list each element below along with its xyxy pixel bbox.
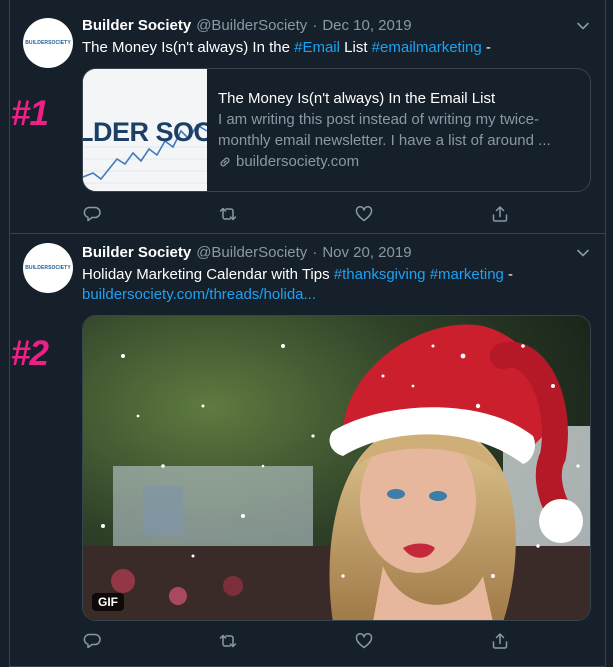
tweet-text-segment: List [339, 39, 372, 56]
gif-badge: GIF [92, 593, 124, 611]
card-domain: buildersociety.com [236, 153, 360, 170]
hashtag-link[interactable]: #emailmarketing [372, 39, 482, 56]
tweet-text: The Money Is(n't always) In the #Email L… [82, 38, 587, 58]
tweet-date[interactable]: Nov 20, 2019 [322, 244, 411, 261]
tweet-actions [82, 204, 512, 224]
card-title: The Money Is(n't always) In the Email Li… [218, 90, 496, 107]
hashtag-link[interactable]: #thanksgiving [334, 266, 426, 283]
avatar[interactable]: BUILDERSOCIETY [23, 243, 73, 293]
tweet-2[interactable]: BUILDERSOCIETY Builder Society @BuilderS… [10, 235, 605, 667]
card-description: I am writing this post instead of writin… [218, 111, 551, 149]
avatar[interactable]: BUILDERSOCIETY [23, 18, 73, 68]
gif-media[interactable]: GIF [82, 315, 591, 621]
tweet-text-segment: Holiday Marketing Calendar with Tips [82, 266, 334, 283]
link-icon [220, 157, 230, 167]
share-icon[interactable] [490, 204, 510, 224]
author-name[interactable]: Builder Society [82, 17, 191, 34]
card-body: The Money Is(n't always) In the Email Li… [218, 89, 563, 172]
tweet-actions [82, 631, 512, 651]
annotation-marker-1: #1 [11, 94, 49, 133]
timeline: BUILDERSOCIETY Builder Society @BuilderS… [9, 0, 606, 667]
hashtag-link[interactable]: #Email [294, 39, 340, 56]
hashtag-link[interactable]: #marketing [430, 266, 504, 283]
card-domain-row: buildersociety.com [218, 152, 563, 172]
tweet-header: Builder Society @BuilderSociety · Nov 20… [82, 244, 412, 264]
tweet-date[interactable]: Dec 10, 2019 [322, 17, 411, 34]
card-thumbnail: LDER SOCI [83, 69, 207, 191]
author-handle[interactable]: @BuilderSociety [196, 244, 307, 261]
avatar-logo-text: BUILDERSOCIETY [25, 40, 71, 46]
share-icon[interactable] [490, 631, 510, 651]
reply-icon[interactable] [82, 631, 102, 651]
separator-dot: · [312, 244, 318, 261]
separator-dot: · [312, 17, 318, 34]
annotation-marker-2: #2 [11, 334, 49, 373]
link-card[interactable]: LDER SOCI The Money Is(n't always) In th… [82, 68, 591, 192]
like-icon[interactable] [354, 204, 374, 224]
author-handle[interactable]: @BuilderSociety [196, 17, 307, 34]
tweet-header: Builder Society @BuilderSociety · Dec 10… [82, 17, 412, 37]
retweet-icon[interactable] [218, 204, 238, 224]
author-name[interactable]: Builder Society [82, 244, 191, 261]
tweet-1[interactable]: BUILDERSOCIETY Builder Society @BuilderS… [10, 0, 605, 234]
tweet-text-segment: - [481, 39, 491, 56]
gif-image [83, 316, 590, 620]
tweet-text-segment: - [503, 266, 514, 283]
retweet-icon[interactable] [218, 631, 238, 651]
tweet-text: Holiday Marketing Calendar with Tips #th… [82, 265, 587, 305]
chevron-down-icon[interactable] [576, 246, 590, 260]
chevron-down-icon[interactable] [576, 19, 590, 33]
card-thumbnail-text: LDER SOCI [83, 117, 207, 147]
tweet-url-link[interactable]: buildersociety.com/threads/holida... [82, 286, 316, 303]
avatar-logo-text: BUILDERSOCIETY [25, 265, 71, 271]
tweet-text-segment: The Money Is(n't always) In the [82, 39, 295, 56]
reply-icon[interactable] [82, 204, 102, 224]
like-icon[interactable] [354, 631, 374, 651]
